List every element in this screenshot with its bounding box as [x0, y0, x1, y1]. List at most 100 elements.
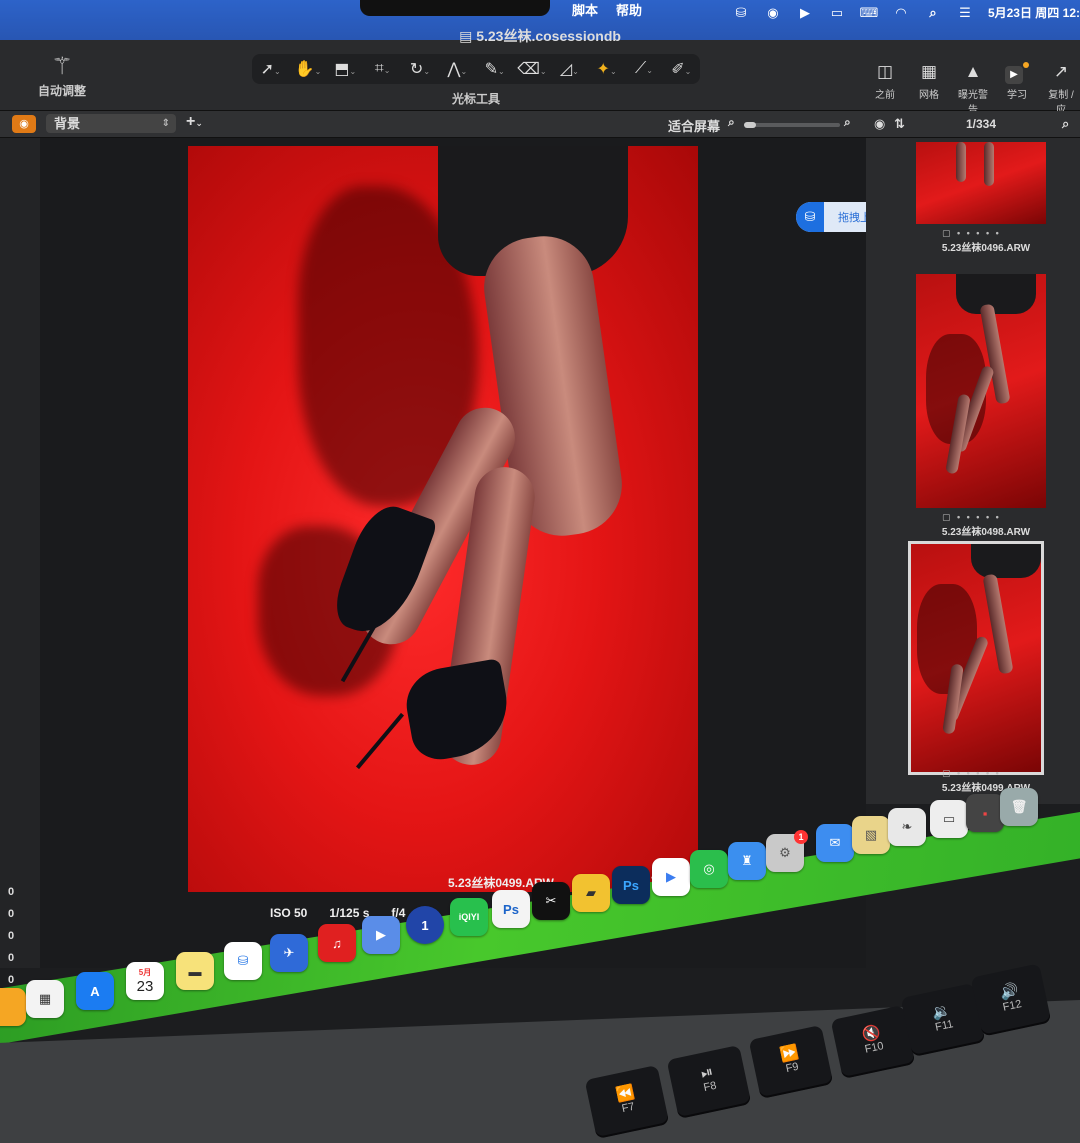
- keyboard-input-icon[interactable]: ⌨: [860, 5, 879, 20]
- wps-icon[interactable]: Ps: [492, 890, 530, 928]
- healing-brush-icon[interactable]: ✦⌄: [590, 59, 624, 79]
- brush-icon[interactable]: ✎⌄: [478, 59, 512, 79]
- right-toolbar: ◫ 之前 ▦ 网格 ▲ 曝光警告 ▶ 学习 ↗ 复制 / 应: [866, 62, 1080, 116]
- key-f12[interactable]: 🔊 F12: [970, 963, 1052, 1037]
- thumb-leg: [982, 573, 1014, 675]
- preview-icon[interactable]: ❧: [888, 808, 926, 846]
- control-center-icon[interactable]: ☰: [956, 5, 974, 20]
- downloads-folder-icon[interactable]: ▭: [930, 800, 968, 838]
- onepassword-icon[interactable]: 1: [406, 906, 444, 944]
- photo-heel-stick: [355, 712, 405, 770]
- eye-icon: ◉: [19, 118, 29, 130]
- thumb-dress: [956, 274, 1036, 314]
- key-f8[interactable]: ⏯ F8: [666, 1044, 752, 1120]
- before-after-icon: ◫: [876, 62, 894, 81]
- add-layer-button[interactable]: +⌄: [186, 113, 203, 131]
- thumb-rating[interactable]: ▢ • • • • •: [916, 768, 1056, 779]
- wechat-icon[interactable]: ◎: [690, 850, 728, 888]
- menu-item-help[interactable]: 帮助: [616, 0, 642, 19]
- grid-button[interactable]: ▦ 网格: [910, 62, 948, 116]
- thumbnail[interactable]: [916, 274, 1046, 508]
- archive-utility-icon[interactable]: ▧: [852, 816, 890, 854]
- thumbnail-filename: 5.23丝袜0496.ARW: [941, 243, 1031, 254]
- thumb-rating[interactable]: ▢ • • • • •: [916, 228, 1056, 239]
- gradient-icon[interactable]: ◿⌄: [552, 59, 586, 79]
- updown-chevron-icon: ⇕: [161, 118, 170, 129]
- sort-icon[interactable]: ⇅: [894, 116, 905, 132]
- auto-adjust-label: 自动调整: [38, 84, 87, 98]
- picker-icon[interactable]: ⟋⌄: [627, 60, 661, 78]
- thumbnail[interactable]: [916, 142, 1046, 224]
- image-counter: 1/334: [966, 117, 997, 131]
- iqiyi-icon[interactable]: iQIYI: [450, 898, 488, 936]
- thumbnail-filename: 5.23丝袜0498.ARW: [941, 527, 1031, 538]
- eraser-icon[interactable]: ⌫⌄: [515, 59, 549, 79]
- tshirt-app-icon[interactable]: ♜: [728, 842, 766, 880]
- main-photo[interactable]: ▢ • • • • • ▣: [188, 146, 698, 892]
- key-f11[interactable]: 🔉 F11: [900, 982, 986, 1058]
- battery-icon[interactable]: ▭: [828, 5, 846, 20]
- app-toolbar: ▤ 5.23丝袜.cosessiondb ⚚ 自动调整 ➚⌄ ✋⌄ ⬒⌄ ⌗⌄ …: [0, 28, 1080, 116]
- exposure-warning-icon: ▲: [964, 62, 982, 81]
- annotate-icon[interactable]: ✐⌄: [664, 59, 698, 79]
- document-title: ▤ 5.23丝袜.cosessiondb: [459, 28, 621, 44]
- rotate-icon[interactable]: ↻⌄: [403, 59, 437, 79]
- learn-button[interactable]: ▶ 学习: [998, 62, 1036, 116]
- trash-icon[interactable]: 🗑: [1000, 788, 1038, 826]
- browser-header: ◉ ⇅ 1/334 ⌕: [866, 111, 1080, 138]
- system-settings-icon[interactable]: ⚙ 1: [766, 830, 808, 872]
- crop-frame-icon[interactable]: ⬒⌄: [328, 59, 362, 79]
- keyboard: ⏪ F7 ⏯ F8 ⏩ F9 🔇 F10 🔉 F11 🔊 F12: [0, 940, 1080, 1143]
- auto-adjust-button[interactable]: ⚚ 自动调整: [38, 52, 86, 99]
- zoom-out-icon[interactable]: ⌕: [728, 115, 735, 130]
- hand-tool-icon[interactable]: ✋⌄: [291, 59, 325, 79]
- chevron-down-icon: ⌄: [195, 118, 203, 128]
- keystone-icon[interactable]: ⋀⌄: [440, 59, 474, 79]
- before-after-button[interactable]: ◫ 之前: [866, 62, 904, 116]
- exposure-warning-button[interactable]: ▲ 曝光警告: [954, 62, 992, 116]
- thumb-leg: [984, 142, 994, 186]
- zoom-track: [744, 123, 840, 127]
- crop-icon[interactable]: ⌗⌄: [366, 60, 400, 78]
- select-cursor-icon[interactable]: ➚⌄: [254, 59, 288, 79]
- thumbnail-meta: ▢ • • • • • 5.23丝袜0496.ARW: [916, 228, 1056, 254]
- wifi-icon[interactable]: ◠: [892, 5, 910, 20]
- document-icon: ▤: [459, 28, 477, 44]
- thumb-rating[interactable]: ▢ • • • • •: [916, 512, 1056, 523]
- status-area: ⛁ ◉ ▶ ▭ ⌨ ◠ ⌕ ☰ 5月23日 周四 12:: [732, 4, 1080, 21]
- menubar-clock[interactable]: 5月23日 周四 12:: [988, 4, 1080, 21]
- mail-icon[interactable]: ✉: [816, 824, 854, 862]
- key-f9[interactable]: ⏩ F9: [748, 1024, 834, 1100]
- exif-shutter: 1/125 s: [329, 906, 370, 920]
- folder-icon[interactable]: ▰: [572, 874, 610, 912]
- menu-item-script[interactable]: 脚本: [572, 0, 598, 19]
- record-icon[interactable]: ◉: [764, 5, 782, 20]
- eye-icon[interactable]: ◉: [874, 116, 885, 132]
- play-circle-icon[interactable]: ▶: [796, 5, 814, 20]
- copy-apply-icon: ↗: [1053, 62, 1069, 81]
- key-f7[interactable]: ⏪ F7: [584, 1064, 670, 1140]
- magic-wand-icon: ⚚: [51, 53, 73, 80]
- zoom-in-icon[interactable]: ⌕: [844, 115, 851, 130]
- capcut-icon[interactable]: ✂: [532, 882, 570, 920]
- thumbnail-selected[interactable]: [908, 541, 1044, 775]
- baidu-netdisk-icon[interactable]: ⛁: [732, 5, 750, 20]
- layer-select[interactable]: 背景 ⇕: [46, 114, 176, 133]
- grid-icon: ▦: [920, 62, 938, 81]
- fit-screen-label[interactable]: 适合屏幕: [668, 116, 720, 135]
- copy-apply-button[interactable]: ↗ 复制 / 应: [1042, 62, 1080, 116]
- panel-value: 0: [8, 886, 15, 898]
- search-icon[interactable]: ⌕: [1062, 116, 1069, 132]
- search-icon[interactable]: ⌕: [924, 5, 942, 20]
- zoom-slider[interactable]: ⌕ ⌕: [728, 115, 860, 133]
- key-f10[interactable]: 🔇 F10: [830, 1004, 916, 1080]
- layer-visibility-toggle[interactable]: ◉: [12, 115, 36, 133]
- layer-bar: ◉ 背景 ⇕ +⌄ 适合屏幕 ⌕ ⌕: [0, 111, 866, 138]
- cursor-tools-label: 光标工具: [451, 92, 500, 106]
- photoshop-icon[interactable]: Ps: [612, 866, 650, 904]
- panel-value: 0: [8, 908, 15, 920]
- baidu-netdisk-icon: ⛁: [796, 202, 824, 232]
- recent-stack-icon[interactable]: ▪: [966, 794, 1004, 832]
- left-tool-panel: 0 0 0 0 0: [0, 138, 41, 986]
- tencent-video-icon[interactable]: ▶: [652, 858, 690, 896]
